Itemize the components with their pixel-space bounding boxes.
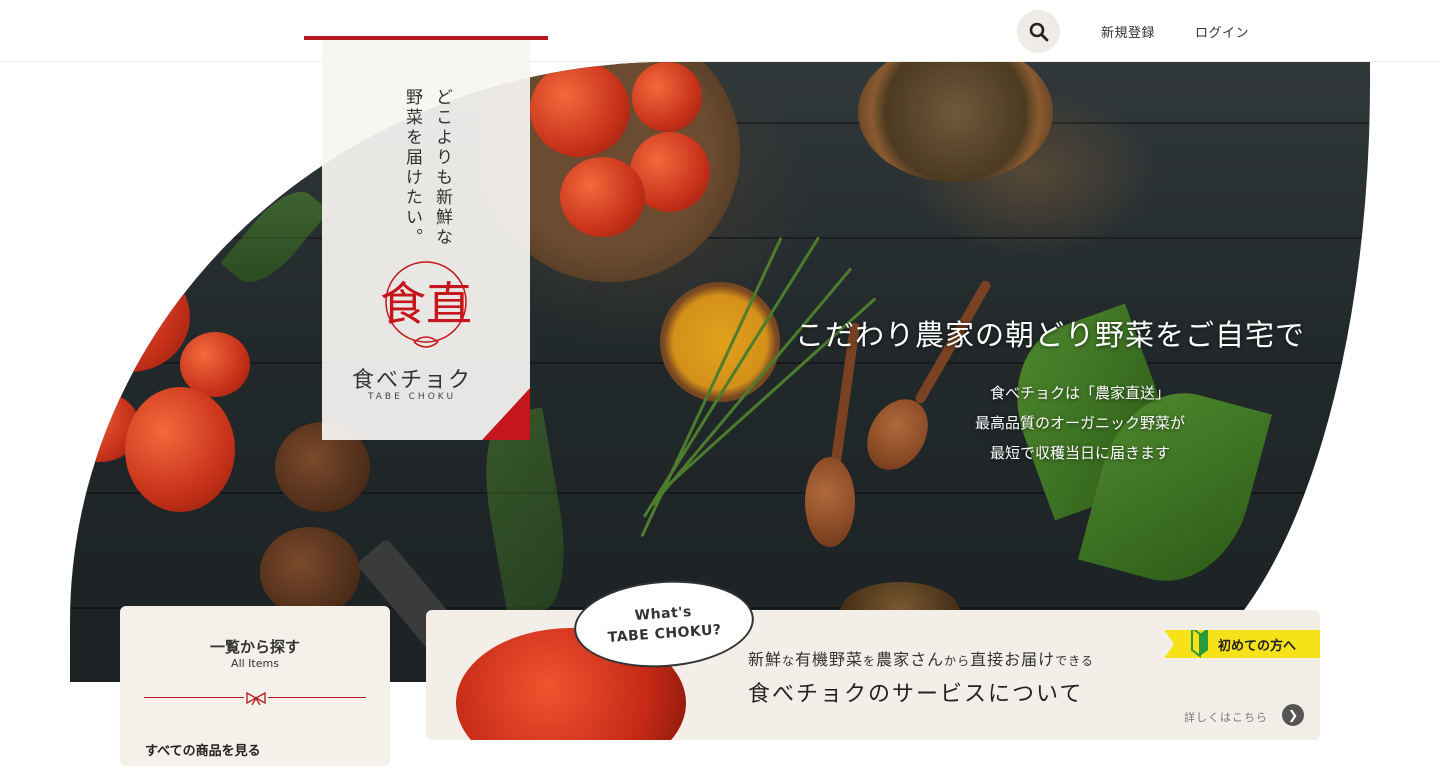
brand-logo: 食直 [374, 258, 478, 358]
tagline-line2: 野菜を届けたい。 [402, 88, 422, 248]
hero-description: 食べチョクは「農家直送」 最高品質のオーガニック野菜が 最短で収穫当日に届きます [974, 384, 1185, 462]
divider-right [268, 697, 366, 698]
brand-name-en: TABE CHOKU [367, 392, 457, 402]
list-card-subtitle: All Items [231, 657, 279, 670]
bubble-line2: TABE CHOKU? [607, 622, 723, 646]
list-card-title: 一覧から探す [209, 638, 300, 656]
brand-corner [482, 388, 530, 440]
tagline-line1: どこよりも新鮮な [432, 88, 452, 248]
divider-left [144, 697, 244, 698]
register-link[interactable]: 新規登録 [1101, 22, 1155, 41]
ribbon-icon [246, 691, 266, 706]
about-title: 食べチョクのサービスについて [748, 682, 1084, 707]
search-icon [1029, 22, 1048, 41]
logo-kanji: 食直 [380, 277, 472, 331]
about-tagline: 新鮮な有機野菜を農家さんから直接お届けできる [748, 650, 1094, 669]
site-header: 新規登録 ログイン [0, 0, 1440, 62]
first-time-button[interactable]: 初めての方へ [1164, 630, 1320, 658]
hero-title: こだわり農家の朝どり野菜をご自宅で [795, 318, 1306, 352]
beginner-mark-icon [1191, 630, 1208, 658]
search-button[interactable] [1017, 10, 1060, 53]
list-card: 一覧から探す All Items すべての商品を見る [120, 606, 390, 766]
more-link[interactable]: 詳しくはこちら [1184, 709, 1268, 725]
brand-card[interactable]: どこよりも新鮮な 野菜を届けたい。 食直 食べチョク TABE CHOKU [322, 40, 530, 440]
brand-name: 食べチョク [351, 368, 472, 393]
login-link[interactable]: ログイン [1195, 22, 1249, 41]
first-time-label: 初めての方へ [1218, 638, 1297, 654]
chevron-right-icon[interactable]: ❯ [1282, 704, 1304, 726]
about-service-card[interactable]: 新鮮な有機野菜を農家さんから直接お届けできる 食べチョクのサービスについて 詳し… [426, 610, 1320, 740]
